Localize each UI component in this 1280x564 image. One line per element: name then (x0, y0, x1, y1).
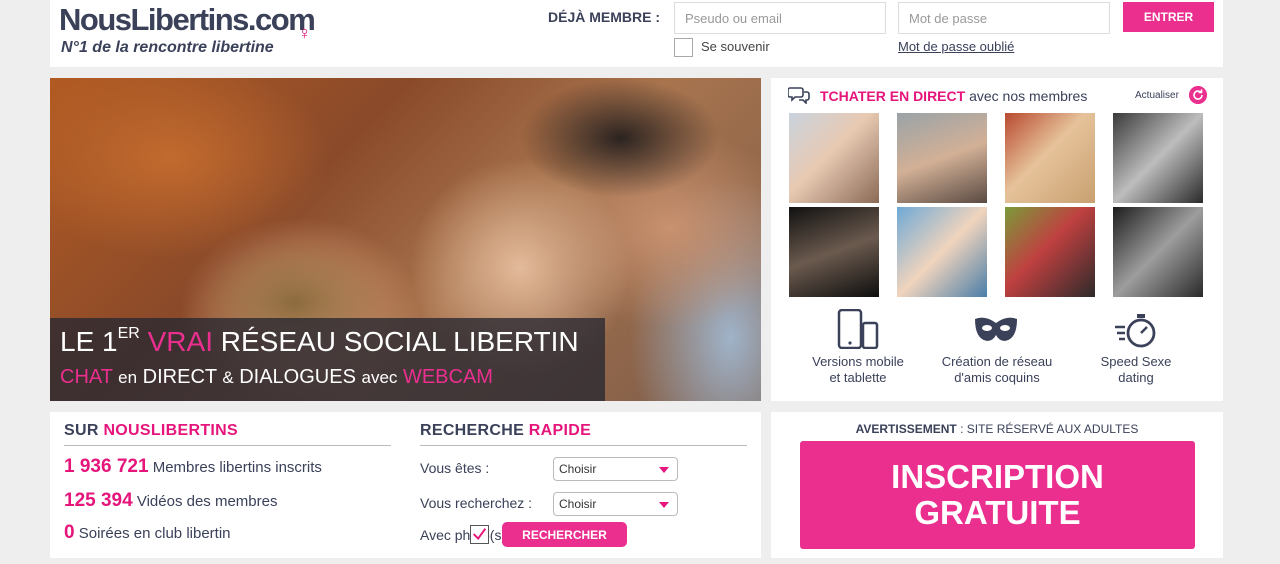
with-photo-label: Avec photo(s) (420, 527, 507, 543)
stats-panel: SUR NOUSLIBERTINS 1 936 721 Membres libe… (50, 412, 761, 558)
member-thumbnail[interactable] (1113, 207, 1203, 297)
hero-text: en (118, 368, 138, 387)
hero-text: CHAT (60, 366, 113, 388)
search-title-part: RAPIDE (528, 422, 592, 439)
member-thumbnail[interactable] (897, 113, 987, 203)
stats-title: SUR NOUSLIBERTINS (64, 422, 238, 440)
refresh-icon[interactable] (1189, 86, 1207, 104)
stat-label: Membres libertins inscrits (152, 459, 322, 476)
feature-mobile-label: Versions mobile et tablette (793, 354, 923, 386)
with-photo-checkbox[interactable] (470, 525, 489, 544)
tagline: N°1 de la rencontre libertine (61, 39, 274, 56)
stat-label: Vidéos des membres (136, 493, 278, 510)
female-symbol-icon: ♀ (298, 23, 312, 43)
logo-text-libertins: Libertins (130, 2, 250, 37)
member-label: DÉJÀ MEMBRE : (548, 9, 661, 25)
checkmark-icon (472, 528, 487, 541)
dropdown-caret-icon (659, 502, 669, 508)
stat-number: 1 936 721 (64, 456, 149, 477)
password-input[interactable] (898, 2, 1110, 34)
hero-subline: CHAT en DIRECT & DIALOGUES avec WEBCAM (60, 366, 493, 389)
hero-text: VRAI (147, 326, 213, 357)
warning-bold: AVERTISSEMENT (855, 422, 957, 436)
feature-text: dating (1118, 370, 1154, 385)
dropdown-caret-icon (659, 467, 669, 473)
stat-parties: 0 Soirées en club libertin (64, 522, 231, 544)
live-chat-panel: TCHATER EN DIRECT avec nos membres Actua… (771, 78, 1223, 401)
hero-headline: LE 1ER VRAI RÉSEAU SOCIAL LIBERTIN (60, 326, 579, 358)
adult-warning: AVERTISSEMENT : SITE RÉSERVÉ AUX ADULTES (771, 422, 1223, 436)
member-thumbnail[interactable] (789, 207, 879, 297)
member-thumbnail[interactable] (1005, 207, 1095, 297)
member-thumbnail[interactable] (897, 207, 987, 297)
signup-panel: AVERTISSEMENT : SITE RÉSERVÉ AUX ADULTES… (771, 412, 1223, 558)
hero-text: DIALOGUES (239, 366, 356, 388)
member-thumbnail[interactable] (1005, 113, 1095, 203)
hero-text: DIRECT (142, 366, 217, 388)
remember-label: Se souvenir (701, 39, 770, 54)
pseudo-input[interactable] (674, 2, 886, 34)
warning-rest: : SITE RÉSERVÉ AUX ADULTES (960, 422, 1139, 436)
looking-for-select[interactable]: Choisir (553, 492, 678, 516)
stat-members: 1 936 721 Membres libertins inscrits (64, 456, 322, 478)
free-signup-button[interactable]: INSCRIPTION GRATUITE (800, 441, 1195, 549)
stat-videos: 125 394 Vidéos des membres (64, 490, 277, 512)
hero-text: LE 1 (60, 326, 118, 357)
hero-photo-detail (520, 78, 720, 198)
looking-for-label: Vous recherchez : (420, 495, 533, 511)
select-value: Choisir (559, 462, 597, 476)
signup-line: GRATUITE (914, 494, 1081, 531)
chat-title: TCHATER EN DIRECT avec nos membres (820, 88, 1087, 104)
forgot-password-link[interactable]: Mot de passe oublié (898, 39, 1014, 54)
feature-network-label: Création de réseau d'amis coquins (932, 354, 1062, 386)
chat-title-highlight: TCHATER EN DIRECT (820, 88, 966, 104)
you-are-label: Vous êtes : (420, 460, 490, 476)
feature-text: d'amis coquins (954, 370, 1040, 385)
hero-banner[interactable]: LE 1ER VRAI RÉSEAU SOCIAL LIBERTIN CHAT … (50, 78, 761, 401)
search-title-part: RECHERCHE (420, 422, 525, 439)
chat-title-rest: avec nos membres (969, 88, 1088, 104)
feature-text: Speed Sexe (1100, 354, 1172, 369)
feature-text: et tablette (829, 370, 887, 385)
signup-line: INSCRIPTION (891, 458, 1104, 495)
stat-label: Soirées en club libertin (78, 525, 231, 542)
search-button[interactable]: RECHERCHER (502, 522, 627, 547)
member-thumbnail[interactable] (1113, 113, 1203, 203)
hero-text: ER (117, 325, 140, 342)
hero-text: & (222, 368, 234, 387)
hero-text: avec (361, 368, 398, 387)
feature-text: Versions mobile (812, 354, 904, 369)
chat-bubbles-icon (788, 87, 810, 104)
stopwatch-icon (1115, 314, 1156, 348)
hero-text: WEBCAM (402, 366, 493, 388)
select-value: Choisir (559, 497, 597, 511)
stats-title-part: NOUSLIBERTINS (103, 422, 239, 439)
member-thumbnail[interactable] (789, 113, 879, 203)
divider (420, 445, 747, 446)
enter-button[interactable]: ENTRER (1123, 2, 1214, 32)
site-header: NousLibertins.com ♀ N°1 de la rencontre … (50, 0, 1223, 67)
divider (64, 445, 391, 446)
stat-number: 0 (64, 522, 75, 543)
feature-speed-dating-label: Speed Sexe dating (1071, 354, 1201, 386)
hero-caption: LE 1ER VRAI RÉSEAU SOCIAL LIBERTIN CHAT … (50, 318, 605, 401)
remember-checkbox[interactable] (674, 38, 693, 57)
logo-text-nous: Nous (59, 2, 132, 37)
refresh-link[interactable]: Actualiser (1135, 90, 1179, 101)
mobile-tablet-icon (837, 309, 879, 349)
feature-text: Création de réseau (941, 354, 1053, 369)
you-are-select[interactable]: Choisir (553, 457, 678, 481)
hero-text: RÉSEAU SOCIAL LIBERTIN (220, 326, 579, 357)
mask-icon (975, 317, 1017, 341)
stats-title-part: SUR (64, 422, 99, 439)
site-logo[interactable]: NousLibertins.com (59, 2, 316, 38)
stat-number: 125 394 (64, 490, 133, 511)
search-title: RECHERCHE RAPIDE (420, 422, 591, 440)
